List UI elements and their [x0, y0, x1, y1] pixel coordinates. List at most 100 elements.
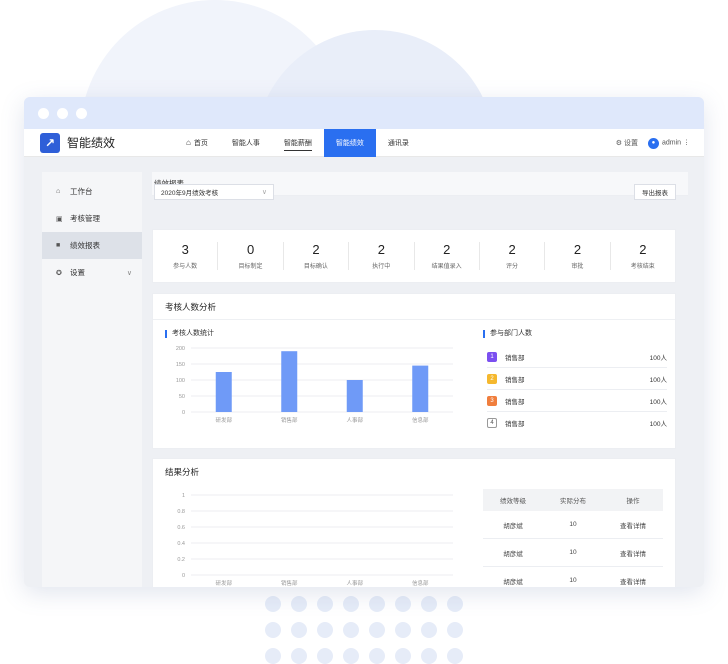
y-tick-label: 0.2: [177, 557, 185, 563]
export-report-button[interactable]: 导出报表: [634, 184, 676, 200]
period-select-value: 2020年9月绩效考核: [161, 190, 219, 197]
x-tick-label: 人事部: [346, 579, 363, 587]
stat-value: 2: [508, 242, 516, 257]
bar-chart: 200 150 100 50 0 研发部 销售部 人事部 信息部: [176, 346, 453, 424]
app-name: 智能绩效: [67, 136, 116, 150]
stat-label: 考核结束: [630, 264, 655, 270]
user-menu[interactable]: ● admin ⋮: [647, 137, 690, 149]
settings-link[interactable]: ⚙ 设置: [616, 138, 638, 148]
stat-label: 目标确认: [303, 264, 328, 270]
stat-label: 审批: [571, 264, 584, 270]
period-select[interactable]: 2020年9月绩效考核 ∨: [154, 184, 274, 200]
stat-value: 0: [246, 242, 255, 257]
panel-title: 结果分析: [165, 467, 200, 477]
nav-item-home[interactable]: ⌂ 首页: [174, 129, 220, 157]
gear-icon: ⚙: [615, 140, 623, 147]
nav-item-salary[interactable]: 智能薪酬: [272, 129, 324, 157]
stat-label: 结果值录入: [431, 264, 462, 270]
dept-count: 100人: [649, 398, 667, 406]
stat-label: 目标制定: [238, 264, 263, 270]
stat-value: 2: [573, 242, 582, 257]
stat-value: 2: [312, 242, 320, 257]
view-detail-link[interactable]: 查看详情: [603, 548, 663, 558]
bar: [412, 365, 429, 412]
rank-badge: 4: [487, 418, 497, 428]
x-tick-label: 信息部: [412, 416, 429, 424]
rank-badge: 3: [487, 395, 497, 406]
stat-label: 参与人数: [173, 264, 198, 270]
dept-count: 100人: [649, 354, 667, 362]
sidebar-item-assessment[interactable]: ▣ 考核管理: [42, 205, 142, 232]
sidebar-item-report[interactable]: ■ 绩效报表: [42, 232, 142, 259]
dept-count: 100人: [649, 376, 667, 384]
stat-item: 2 考核结束: [611, 242, 675, 270]
bar: [215, 372, 232, 412]
nav-right: ⚙ 设置 ● admin ⋮: [616, 129, 690, 157]
table-row: 胡彦斌 10 查看详情: [483, 511, 663, 539]
logo-icon: ↗: [40, 132, 60, 153]
cell-grade: 胡彦斌: [503, 522, 523, 530]
y-tick-label: 150: [176, 362, 185, 368]
cell-grade: 胡彦斌: [503, 578, 523, 586]
stat-item: 3 参与人数: [153, 242, 219, 270]
y-tick-label: 0.6: [177, 525, 185, 531]
home-icon: ⌂: [56, 188, 61, 195]
dept-count: 100人: [649, 421, 667, 428]
line-chart: 1 0.8 0.6 0.4 0.2 0 研发部 销售部 人事部 信息部: [177, 493, 453, 587]
stat-item: 2 执行中: [349, 242, 415, 270]
sidebar-item-label: 绩效报表: [70, 241, 100, 250]
chevron-down-icon: ∨: [261, 189, 267, 196]
view-detail-link[interactable]: 查看详情: [603, 576, 663, 586]
result-panel: 结果分析 1 0.8 0.6 0.4 0.2 0 研发部 销售部 人事部 信息部 绩效等级 实际分…: [152, 458, 676, 587]
window-control-dot[interactable]: [57, 107, 68, 119]
home-icon: ⌂: [186, 138, 191, 147]
y-tick-label: 0.4: [177, 541, 185, 547]
dept-name: 销售部: [505, 354, 525, 362]
list-item: 4 销售部 100人: [487, 412, 667, 434]
y-tick-label: 50: [179, 394, 185, 400]
chevron-down-icon: ∨: [126, 269, 132, 277]
y-tick-label: 200: [176, 346, 185, 352]
window-control-dot[interactable]: [76, 107, 87, 119]
main-content: 绩效报表 2020年9月绩效考核 ∨ 导出报表 3参与人数 0目标制定 2目标确…: [152, 172, 688, 587]
app-logo[interactable]: ↗ 智能绩效: [24, 132, 174, 153]
cell-dist: 10: [569, 577, 577, 584]
column-header: 绩效等级: [500, 498, 526, 505]
y-tick-label: 0.8: [177, 509, 185, 515]
dept-title: 参与部门人数: [483, 330, 532, 338]
stat-label: 评分: [506, 264, 519, 270]
sidebar-item-settings[interactable]: ✪ 设置 ∨: [42, 259, 142, 286]
app-window: ↗ 智能绩效 ⌂ 首页 智能人事 智能薪酬 智能绩效 通讯录 ⚙ 设置 ● adm…: [24, 97, 704, 587]
user-name: admin: [661, 139, 682, 146]
stat-item: 2 结果值录入: [415, 242, 480, 270]
x-tick-label: 研发部: [215, 579, 232, 587]
cell-dist: 10: [569, 521, 577, 528]
stat-value: 3: [181, 242, 189, 257]
cell-dist: 10: [569, 549, 577, 556]
nav-item-performance[interactable]: 智能绩效: [323, 128, 376, 157]
window-titlebar: [24, 97, 704, 129]
table-row: 胡彦斌 10 查看详情: [483, 567, 663, 587]
view-detail-link[interactable]: 查看详情: [603, 520, 663, 530]
stat-value: 2: [639, 242, 647, 257]
sidebar-item-workbench[interactable]: ⌂ 工作台: [42, 178, 142, 205]
y-tick-label: 0: [182, 573, 185, 579]
nav-item-hr[interactable]: 智能人事: [220, 129, 272, 157]
dept-list: 1 销售部 100人 2 销售部 100人 3 销售部 100人 4 销售部 1…: [487, 346, 667, 434]
sidebar: ⌂ 工作台 ▣ 考核管理 ■ 绩效报表 ✪ 设置 ∨: [42, 172, 142, 587]
stat-label: 执行中: [372, 264, 391, 270]
nav-item-contacts[interactable]: 通讯录: [376, 129, 421, 157]
report-icon: ■: [56, 242, 61, 249]
list-item: 2 销售部 100人: [487, 368, 667, 390]
settings-label: 设置: [623, 140, 638, 147]
stat-value: 2: [443, 242, 451, 257]
dept-name: 销售部: [505, 376, 525, 384]
x-tick-label: 研发部: [215, 416, 232, 424]
x-tick-label: 销售部: [281, 579, 298, 587]
sidebar-item-label: 考核管理: [70, 214, 100, 223]
result-table: 绩效等级 实际分布 操作 胡彦斌 10 查看详情 胡彦斌 10 查看详情 胡彦斌…: [483, 489, 663, 587]
cell-grade: 胡彦斌: [503, 550, 523, 558]
rank-badge: 2: [487, 373, 497, 384]
dept-name: 销售部: [505, 421, 525, 428]
window-control-dot[interactable]: [38, 107, 49, 119]
